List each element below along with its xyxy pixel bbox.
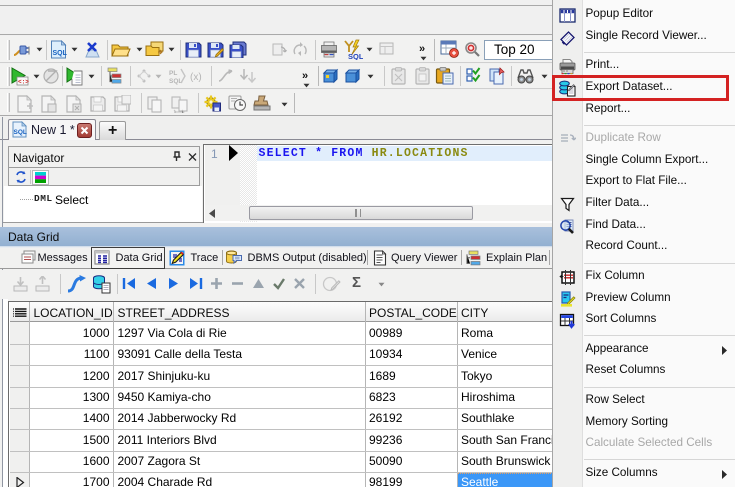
svg-text:<:>: <:> xyxy=(18,79,29,86)
svg-text:SQL: SQL xyxy=(348,52,363,60)
svg-text:SQL: SQL xyxy=(53,50,68,57)
svg-text:SQL: SQL xyxy=(169,78,182,85)
svg-text:(x): (x) xyxy=(190,72,202,83)
svg-text:SQL: SQL xyxy=(14,129,27,136)
svg-text:PL: PL xyxy=(169,70,177,77)
